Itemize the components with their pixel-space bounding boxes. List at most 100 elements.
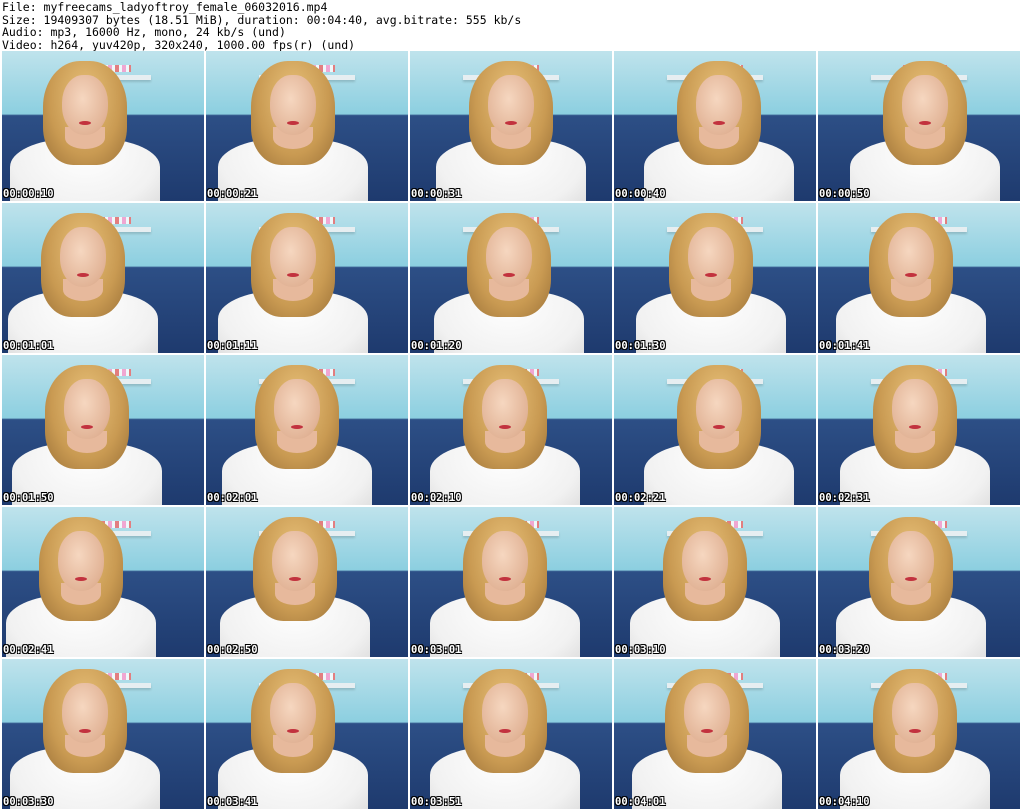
video-frame-thumbnail: 00:00:21 [206, 51, 408, 201]
lips [499, 577, 511, 581]
frame-timestamp: 00:00:21 [207, 188, 258, 200]
lips [287, 729, 299, 733]
face [270, 227, 316, 287]
lips [503, 273, 515, 277]
file-info-header: File: myfreecams_ladyoftroy_female_06032… [2, 1, 1020, 51]
video-frame-thumbnail: 00:02:50 [206, 507, 408, 657]
face [64, 379, 110, 439]
frame-timestamp: 00:03:30 [3, 796, 54, 808]
video-frame-thumbnail: 00:03:30 [2, 659, 204, 809]
frame-timestamp: 00:01:50 [3, 492, 54, 504]
frame-timestamp: 00:03:10 [615, 644, 666, 656]
face [902, 75, 948, 135]
video-frame-thumbnail: 00:01:50 [2, 355, 204, 505]
lips [289, 577, 301, 581]
face [684, 683, 730, 743]
video-frame-thumbnail: 00:04:01 [614, 659, 816, 809]
lips [713, 121, 725, 125]
file-name-line: File: myfreecams_ladyoftroy_female_06032… [2, 0, 328, 14]
frame-timestamp: 00:02:50 [207, 644, 258, 656]
face [482, 379, 528, 439]
video-frame-thumbnail: 00:03:20 [818, 507, 1020, 657]
video-frame-thumbnail: 00:00:50 [818, 51, 1020, 201]
video-frame-thumbnail: 00:02:21 [614, 355, 816, 505]
face [62, 683, 108, 743]
frame-timestamp: 00:00:10 [3, 188, 54, 200]
face [482, 683, 528, 743]
lips [287, 121, 299, 125]
frame-timestamp: 00:02:01 [207, 492, 258, 504]
video-frame-thumbnail: 00:02:41 [2, 507, 204, 657]
video-frame-thumbnail: 00:01:01 [2, 203, 204, 353]
lips [77, 273, 89, 277]
frame-timestamp: 00:01:41 [819, 340, 870, 352]
video-frame-thumbnail: 00:01:11 [206, 203, 408, 353]
frame-timestamp: 00:03:41 [207, 796, 258, 808]
frame-timestamp: 00:00:50 [819, 188, 870, 200]
frame-timestamp: 00:02:31 [819, 492, 870, 504]
frame-timestamp: 00:01:30 [615, 340, 666, 352]
frame-timestamp: 00:03:20 [819, 644, 870, 656]
face [696, 75, 742, 135]
face [688, 227, 734, 287]
lips [909, 729, 921, 733]
face [60, 227, 106, 287]
face [272, 531, 318, 591]
lips [699, 577, 711, 581]
video-frame-thumbnail: 00:03:41 [206, 659, 408, 809]
lips [505, 121, 517, 125]
frame-timestamp: 00:04:01 [615, 796, 666, 808]
lips [287, 273, 299, 277]
face [62, 75, 108, 135]
lips [499, 425, 511, 429]
thumbnail-grid: 00:00:10 00:00:21 00:00:31 00:00:40 00:00:50… [2, 51, 1020, 809]
lips [75, 577, 87, 581]
frame-timestamp: 00:01:01 [3, 340, 54, 352]
frame-timestamp: 00:00:40 [615, 188, 666, 200]
face [696, 379, 742, 439]
frame-timestamp: 00:02:21 [615, 492, 666, 504]
lips [81, 425, 93, 429]
lips [705, 273, 717, 277]
video-frame-thumbnail: 00:02:10 [410, 355, 612, 505]
lips [499, 729, 511, 733]
face [488, 75, 534, 135]
lips [701, 729, 713, 733]
video-frame-thumbnail: 00:01:41 [818, 203, 1020, 353]
video-frame-thumbnail: 00:01:20 [410, 203, 612, 353]
lips [79, 121, 91, 125]
video-frame-thumbnail: 00:02:01 [206, 355, 408, 505]
frame-timestamp: 00:03:51 [411, 796, 462, 808]
face [270, 75, 316, 135]
video-frame-thumbnail: 00:01:30 [614, 203, 816, 353]
video-info-line: Video: h264, yuv420p, 320x240, 1000.00 f… [2, 37, 356, 52]
lips [905, 273, 917, 277]
lips [919, 121, 931, 125]
lips [909, 425, 921, 429]
frame-timestamp: 00:04:10 [819, 796, 870, 808]
video-frame-thumbnail: 00:00:10 [2, 51, 204, 201]
face [274, 379, 320, 439]
face [682, 531, 728, 591]
lips [79, 729, 91, 733]
video-frame-thumbnail: 00:03:01 [410, 507, 612, 657]
face [888, 531, 934, 591]
video-frame-thumbnail: 00:03:10 [614, 507, 816, 657]
face [270, 683, 316, 743]
video-frame-thumbnail: 00:00:40 [614, 51, 816, 201]
face [482, 531, 528, 591]
face [486, 227, 532, 287]
video-frame-thumbnail: 00:00:31 [410, 51, 612, 201]
frame-timestamp: 00:01:20 [411, 340, 462, 352]
frame-timestamp: 00:01:11 [207, 340, 258, 352]
frame-timestamp: 00:00:31 [411, 188, 462, 200]
lips [713, 425, 725, 429]
frame-timestamp: 00:02:41 [3, 644, 54, 656]
face [892, 683, 938, 743]
face [888, 227, 934, 287]
lips [291, 425, 303, 429]
audio-info-line: Audio: mp3, 16000 Hz, mono, 24 kb/s (und… [2, 25, 286, 39]
lips [905, 577, 917, 581]
video-frame-thumbnail: 00:04:10 [818, 659, 1020, 809]
face [892, 379, 938, 439]
